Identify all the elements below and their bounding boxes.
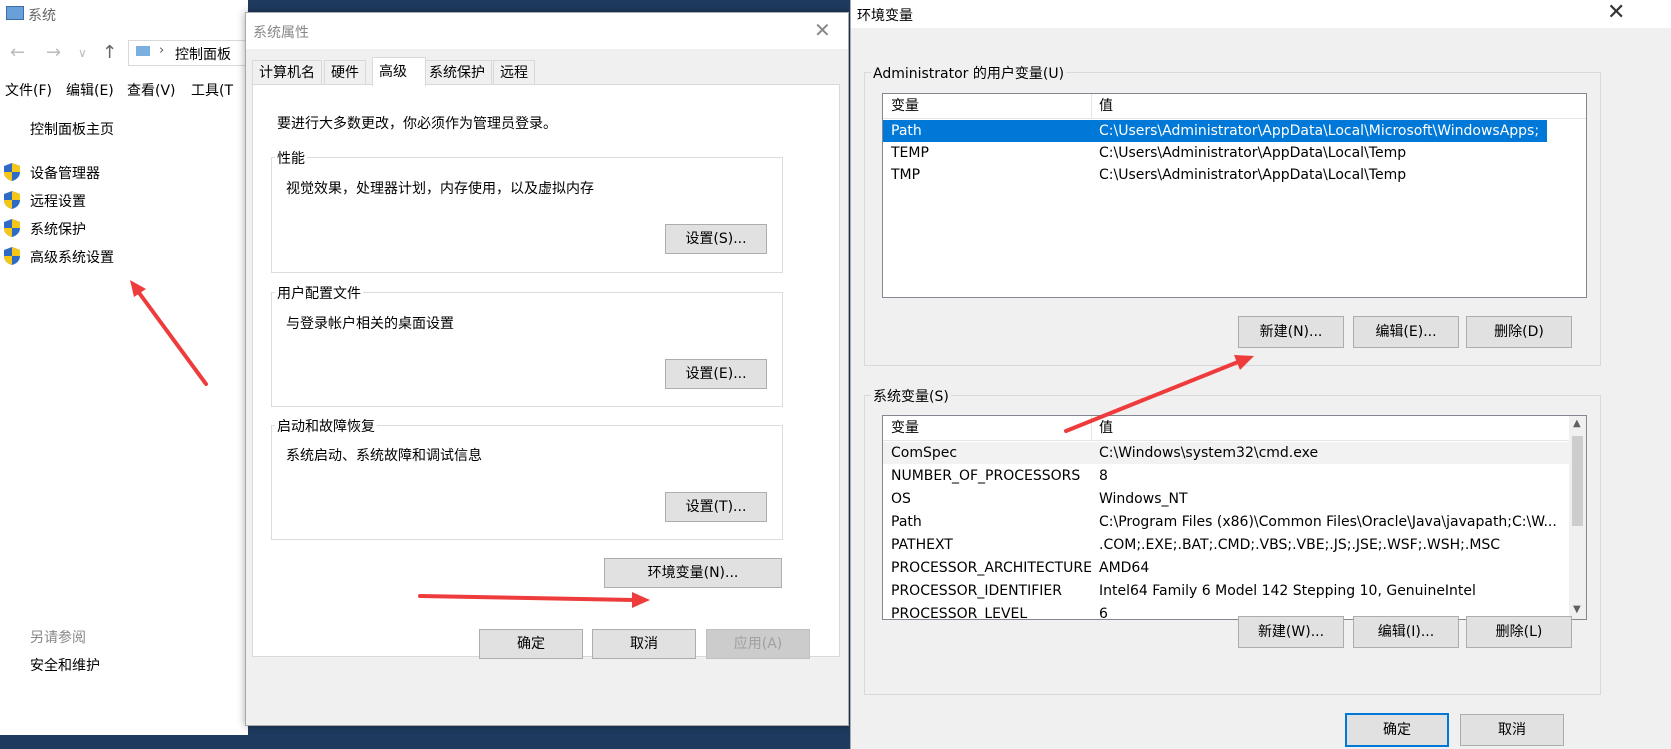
arrow-to-env-button xyxy=(418,592,650,608)
annotation-arrows xyxy=(130,280,1254,608)
arrow-to-advanced-settings xyxy=(130,280,208,386)
tab-advanced[interactable]: 高级 xyxy=(372,57,426,86)
arrow-to-new-button xyxy=(1064,355,1254,433)
